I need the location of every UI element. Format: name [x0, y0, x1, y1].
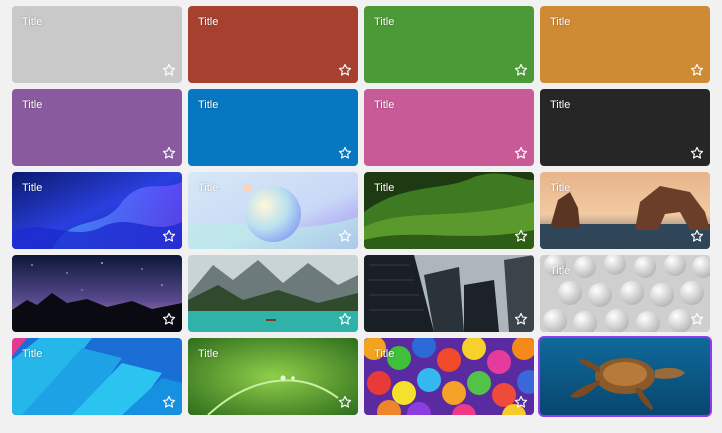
wallpaper-card[interactable]: Title [12, 89, 182, 166]
star-outline-icon[interactable] [338, 312, 352, 326]
star-outline-icon[interactable] [514, 63, 528, 77]
card-title: Title [550, 16, 571, 28]
star-outline-icon[interactable] [338, 146, 352, 160]
sea-turtle-image [540, 338, 710, 415]
card-title: Title [198, 16, 219, 28]
star-outline-icon[interactable] [162, 229, 176, 243]
night-sky-image [12, 255, 182, 332]
wallpaper-card[interactable] [188, 255, 358, 332]
card-title: Title [550, 182, 571, 194]
card-title: Title [550, 99, 571, 111]
card-title: Title [22, 182, 43, 194]
star-outline-icon[interactable] [338, 395, 352, 409]
wallpaper-card[interactable]: Title [540, 89, 710, 166]
wallpaper-card[interactable]: Title [12, 338, 182, 415]
star-outline-icon[interactable] [338, 229, 352, 243]
card-title: Title [374, 16, 395, 28]
star-outline-icon[interactable] [514, 146, 528, 160]
wallpaper-card[interactable]: Title [188, 6, 358, 83]
card-title: Title [550, 265, 571, 277]
wallpaper-card[interactable]: Title [364, 172, 534, 249]
wallpaper-card[interactable]: Title [12, 172, 182, 249]
card-title: Title [374, 99, 395, 111]
card-title: Title [374, 348, 395, 360]
card-title: Title [22, 348, 43, 360]
wallpaper-card[interactable]: Title [364, 6, 534, 83]
card-title: Title [198, 99, 219, 111]
wallpaper-card[interactable]: Title [540, 6, 710, 83]
mountain-lake-image [188, 255, 358, 332]
wallpaper-card[interactable]: Title [188, 89, 358, 166]
star-outline-icon[interactable] [162, 146, 176, 160]
star-outline-icon[interactable] [690, 312, 704, 326]
wallpaper-card[interactable] [12, 255, 182, 332]
star-outline-icon[interactable] [338, 63, 352, 77]
star-outline-icon[interactable] [162, 395, 176, 409]
card-title: Title [374, 182, 395, 194]
card-title: Title [22, 99, 43, 111]
card-title: Title [198, 348, 219, 360]
star-outline-icon[interactable] [162, 312, 176, 326]
wallpaper-card[interactable]: Title [364, 89, 534, 166]
star-outline-icon[interactable] [162, 63, 176, 77]
skyscrapers-image [364, 255, 534, 332]
wallpaper-card[interactable]: Title [188, 338, 358, 415]
star-outline-icon[interactable] [690, 229, 704, 243]
wallpaper-card[interactable]: Title [12, 6, 182, 83]
wallpaper-card[interactable]: Title [364, 338, 534, 415]
wallpaper-card[interactable]: Title [188, 172, 358, 249]
wallpaper-card[interactable]: Title [540, 172, 710, 249]
wallpaper-card[interactable]: Title [540, 255, 710, 332]
wallpaper-grid: Title Title Title Title Title Title Title Title… [12, 6, 712, 417]
card-title: Title [198, 182, 219, 194]
star-outline-icon[interactable] [690, 63, 704, 77]
star-outline-icon[interactable] [690, 146, 704, 160]
star-outline-icon[interactable] [514, 395, 528, 409]
wallpaper-card[interactable] [538, 336, 712, 417]
star-outline-icon[interactable] [514, 312, 528, 326]
star-outline-icon[interactable] [514, 229, 528, 243]
wallpaper-card[interactable] [364, 255, 534, 332]
card-title: Title [22, 16, 43, 28]
